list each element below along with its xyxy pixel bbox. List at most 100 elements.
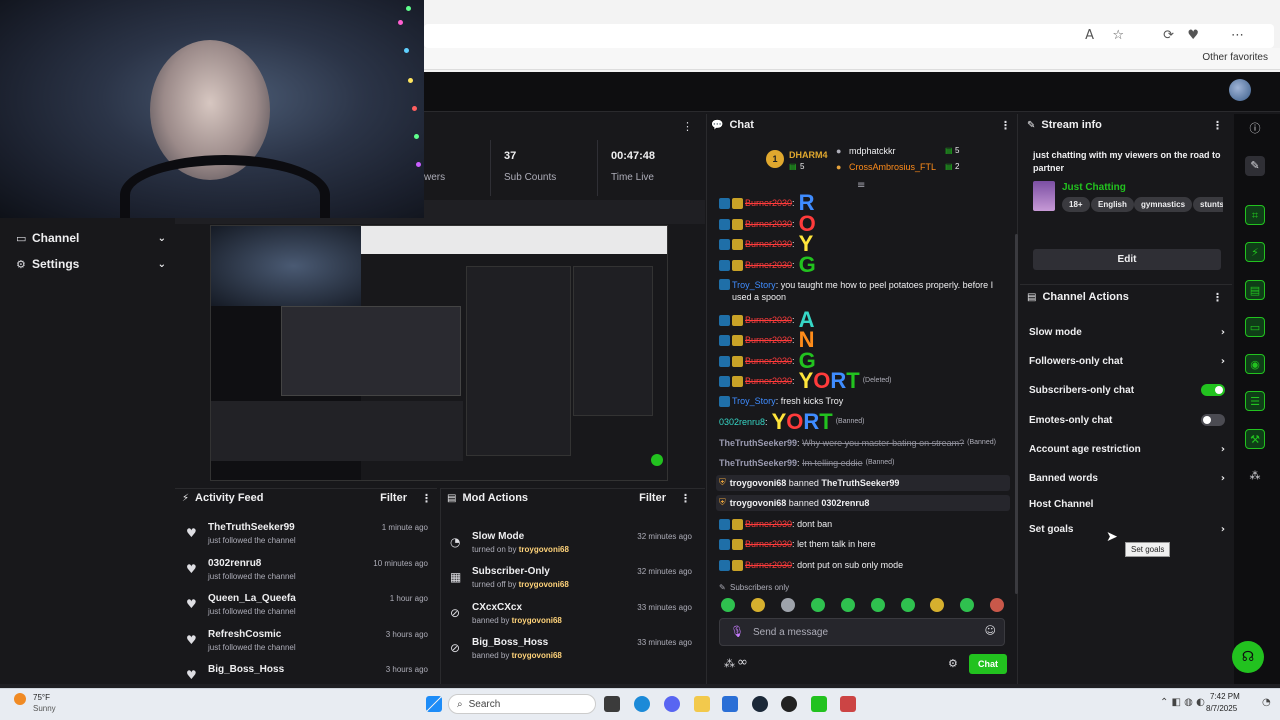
extensions-icon[interactable]: ♥ — [1187, 28, 1199, 43]
banned-user[interactable]: TheTruthSeeker99 — [821, 478, 899, 488]
banned-user[interactable]: 0302renru8 — [821, 498, 869, 508]
chat-message[interactable]: Burner2030: G — [719, 254, 1011, 276]
more-icon[interactable]: ⋯ — [1231, 28, 1244, 43]
list-item[interactable]: ⊘ CXcxCXcx banned by troygovoni68 33 min… — [450, 602, 692, 632]
chat-username[interactable]: Burner2030 — [745, 518, 792, 530]
other-favorites-link[interactable]: Other favorites — [1202, 52, 1268, 63]
chat-message[interactable]: Burner2030: dont ban — [719, 518, 1011, 530]
nav-channel[interactable]: ▭ Channel ⌄ — [16, 228, 166, 248]
chat-username[interactable]: Burner2030 — [745, 375, 792, 387]
emote-icon[interactable] — [930, 598, 944, 612]
emote-icon[interactable] — [721, 598, 735, 612]
help-icon[interactable]: ☊ — [1232, 641, 1264, 673]
emotes-only-toggle[interactable] — [1201, 414, 1225, 426]
chat-settings-icon[interactable]: ⚙ — [948, 657, 958, 670]
moderator-name[interactable]: troygovoni68 — [730, 498, 787, 508]
emote-icon[interactable] — [871, 598, 885, 612]
emote-icon[interactable] — [811, 598, 825, 612]
wrench-icon[interactable]: ⚒ — [1245, 429, 1265, 449]
file-explorer-icon[interactable] — [694, 696, 710, 712]
moderator-name[interactable]: troygovoni68 — [730, 478, 787, 488]
refresh-icon[interactable]: ⟳ — [1163, 28, 1174, 43]
action-emotes-only[interactable]: Emotes-only chat — [1029, 412, 1225, 428]
chat-message[interactable]: TheTruthSeeker99: Why were you master-ba… — [719, 437, 1011, 449]
steam-icon[interactable] — [752, 696, 768, 712]
chat-message[interactable]: Burner2030: A — [719, 309, 1011, 331]
chat-username[interactable]: Burner2030 — [745, 538, 792, 550]
tag-pill[interactable]: 18+ — [1062, 197, 1090, 212]
discord-icon[interactable] — [664, 696, 680, 712]
emote-icon[interactable] — [781, 598, 795, 612]
chat-username[interactable]: TheTruthSeeker99 — [719, 437, 797, 449]
stream-preview[interactable] — [210, 225, 668, 481]
chat-username[interactable]: Burner2030 — [745, 259, 792, 271]
chat-message[interactable]: Burner2030: dont put on sub only mode — [719, 559, 1011, 571]
tag-pill[interactable]: gymnastics — [1134, 197, 1193, 212]
chat-message[interactable]: TheTruthSeeker99: Im telling eddie (Bann… — [719, 457, 1011, 469]
chat-username[interactable]: Troy_Story — [732, 395, 776, 407]
points-icon[interactable]: ⁂ — [724, 657, 735, 670]
collapse-handle-icon[interactable]: ≡ — [857, 180, 865, 191]
chat-message[interactable]: 0302renru8: YORT (Banned) — [719, 411, 1011, 433]
pencil-icon[interactable]: ✎ — [1245, 156, 1265, 176]
kebab-icon[interactable]: ⋮ — [1212, 291, 1223, 304]
top-viewer-name[interactable]: mdphatckkr — [849, 146, 896, 156]
kebab-icon[interactable]: ⋮ — [1000, 119, 1011, 132]
activity-filter-button[interactable]: Filter — [380, 492, 407, 504]
list-item[interactable]: ◔ Slow Mode turned on by troygovoni68 32… — [450, 531, 692, 561]
taskbar-search[interactable]: ⌕ Search — [448, 694, 596, 714]
tray-icons[interactable]: ⌃ ◧ ◍ ◐ — [1160, 697, 1205, 708]
tag-pill[interactable]: English — [1091, 197, 1134, 212]
category-name[interactable]: Just Chatting — [1062, 182, 1126, 193]
action-slow-mode[interactable]: Slow mode › — [1029, 324, 1225, 340]
chat-username[interactable]: Troy_Story — [732, 280, 776, 290]
chat-username[interactable]: 0302renru8 — [719, 416, 765, 428]
action-set-goals[interactable]: Set goals › — [1029, 521, 1225, 537]
chat-message[interactable]: Burner2030: let them talk in here — [719, 538, 1011, 550]
extensions-icon[interactable]: ⁂ — [1245, 466, 1265, 486]
kick-icon[interactable] — [811, 696, 827, 712]
top-viewer-name[interactable]: DHARM4 — [789, 150, 828, 160]
chat-username[interactable]: Burner2030 — [745, 355, 792, 367]
clip-icon[interactable]: ⌗ — [1245, 205, 1265, 225]
chat-scrollbar[interactable] — [1015, 234, 1018, 594]
action-host-channel[interactable]: Host Channel — [1029, 496, 1225, 512]
chat-username[interactable]: Burner2030 — [745, 334, 792, 346]
chat-icon[interactable]: ▭ — [1245, 317, 1265, 337]
microphone-icon[interactable]: 🎙 — [730, 625, 744, 638]
game-icon[interactable] — [840, 696, 856, 712]
list-item[interactable]: ♥ TheTruthSeeker99 just followed the cha… — [186, 522, 428, 552]
app-icon[interactable] — [781, 696, 797, 712]
list-item[interactable]: ♥ 0302renru8 just followed the channel 1… — [186, 558, 428, 588]
chat-message[interactable]: Burner2030: YORT (Deleted) — [719, 370, 1011, 392]
chat-message[interactable]: Burner2030: Y — [719, 233, 1011, 255]
mod-filter-button[interactable]: Filter — [639, 492, 666, 504]
chat-username[interactable]: Burner2030 — [745, 218, 792, 230]
task-view-icon[interactable] — [604, 696, 620, 712]
chat-message[interactable]: Burner2030: R — [719, 192, 1011, 214]
avatar[interactable] — [1229, 79, 1251, 101]
send-chat-button[interactable]: Chat — [969, 654, 1007, 674]
chat-message[interactable]: Burner2030: O — [719, 213, 1011, 235]
clock-date[interactable]: 8/7/2025 — [1206, 704, 1237, 713]
chat-message[interactable]: Troy_Story: you taught me how to peel po… — [719, 279, 1011, 303]
list-item[interactable]: ♥ RefreshCosmic just followed the channe… — [186, 629, 428, 659]
chat-message[interactable]: Burner2030: G — [719, 350, 1011, 372]
top-viewer-name[interactable]: CrossAmbrosius_FTL — [849, 162, 936, 172]
lightning-icon[interactable]: ⚡ — [1245, 242, 1265, 262]
emote-icon[interactable] — [990, 598, 1004, 612]
kebab-icon[interactable]: ⋮ — [680, 492, 691, 505]
chat-username[interactable]: Burner2030 — [745, 559, 792, 571]
document-icon[interactable]: ▤ — [1245, 280, 1265, 300]
edge-icon[interactable] — [634, 696, 650, 712]
kebab-icon[interactable]: ⋮ — [682, 120, 693, 133]
windows-start-icon[interactable] — [426, 696, 442, 712]
info-icon[interactable]: ⓘ — [1245, 119, 1265, 139]
list-item[interactable]: ▦ Subscriber-Only turned off by troygovo… — [450, 566, 692, 596]
kebab-icon[interactable]: ⋮ — [421, 492, 432, 505]
nav-settings[interactable]: ⚙ Settings ⌄ — [16, 254, 166, 274]
clock-time[interactable]: 7:42 PM — [1210, 692, 1240, 701]
read-aloud-icon[interactable]: A — [1085, 28, 1094, 43]
list-item[interactable]: ♥ Big_Boss_Hoss 3 hours ago — [186, 664, 428, 682]
action-followers-only[interactable]: Followers-only chat › — [1029, 353, 1225, 369]
